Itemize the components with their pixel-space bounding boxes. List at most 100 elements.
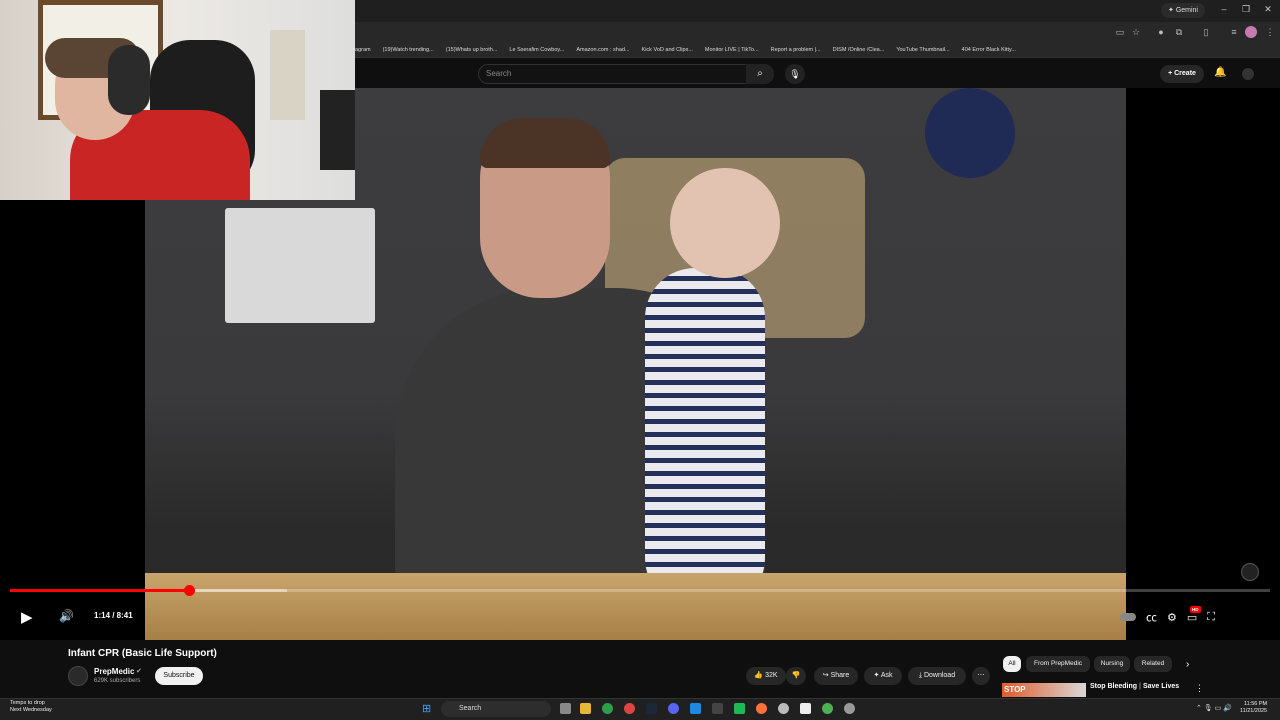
right-controls: ㏄ ⚙ ▭ ⛶ bbox=[1120, 606, 1215, 628]
notifications-bell-icon[interactable]: 🔔 bbox=[1214, 67, 1226, 78]
chip-from-prepmedic[interactable]: From PrepMedic bbox=[1026, 656, 1090, 672]
close-icon[interactable]: ✕ bbox=[1260, 4, 1276, 15]
ask-button[interactable]: ✦ Ask bbox=[864, 667, 902, 685]
time-display: 1:14 / 8:41 bbox=[94, 611, 133, 620]
chevron-right-icon[interactable]: › bbox=[1186, 659, 1189, 670]
create-label: Create bbox=[1174, 70, 1196, 77]
profile-avatar[interactable] bbox=[1245, 26, 1257, 38]
download-button[interactable]: ⤓ Download bbox=[908, 667, 966, 685]
bookmark-item[interactable]: Kick VoD and Clips... bbox=[642, 42, 693, 57]
search-button[interactable]: ⌕ bbox=[746, 64, 774, 84]
search-input[interactable]: Search bbox=[478, 64, 774, 84]
app-green-icon[interactable] bbox=[734, 703, 745, 714]
sparkle-icon: ✦ bbox=[873, 672, 880, 679]
weather-widget[interactable]: Temps to drop Next Wednesday bbox=[10, 700, 52, 714]
create-button[interactable]: + Create bbox=[1160, 65, 1204, 83]
related-thumbnail[interactable]: STOP bbox=[1002, 683, 1086, 697]
bookmark-item[interactable]: Amazon.com : shad... bbox=[576, 42, 629, 57]
clock-time: 11:56 PM bbox=[1243, 701, 1268, 707]
bookmark-item[interactable]: Report a problem |... bbox=[771, 42, 821, 57]
bookmark-star-icon[interactable]: ☆ bbox=[1130, 26, 1142, 38]
channel-avatar[interactable] bbox=[68, 666, 88, 686]
more-horizontal-icon: ⋯ bbox=[977, 672, 985, 679]
download-label: Download bbox=[923, 672, 956, 679]
helmet-prop bbox=[925, 88, 1015, 178]
cast-icon[interactable]: ▭ bbox=[1114, 26, 1126, 38]
progress-played bbox=[10, 589, 189, 592]
bookmark-item[interactable]: Monitor LIVE | TikTo... bbox=[705, 42, 759, 57]
chrome-profile-icon[interactable] bbox=[624, 703, 635, 714]
chip-all[interactable]: All bbox=[1003, 656, 1021, 672]
settings-gear-icon[interactable]: ⚙ bbox=[1167, 611, 1177, 624]
sidepanel-icon[interactable]: ▯ bbox=[1200, 26, 1212, 38]
webcam-headset bbox=[108, 45, 150, 115]
steam-icon[interactable] bbox=[646, 703, 657, 714]
ask-label: Ask bbox=[880, 672, 893, 679]
bookmark-item[interactable]: agram bbox=[355, 42, 371, 57]
taskbar-clock[interactable]: 11:56 PM 11/21/2025 bbox=[1240, 701, 1267, 715]
channel-name[interactable]: PrepMedic bbox=[94, 667, 134, 676]
app-blue-icon[interactable] bbox=[690, 703, 701, 714]
kebab-menu-icon[interactable]: ⋮ bbox=[1264, 26, 1276, 38]
related-video-title[interactable]: Stop Bleeding | Save Lives bbox=[1090, 683, 1179, 690]
firefox-icon[interactable] bbox=[756, 703, 767, 714]
subscribe-button[interactable]: Subscribe bbox=[155, 667, 203, 685]
gemini-button[interactable]: ✦ Gemini bbox=[1161, 3, 1205, 18]
chrome-alt-icon[interactable] bbox=[822, 703, 833, 714]
file-explorer-icon[interactable] bbox=[580, 703, 591, 714]
play-icon[interactable]: ▶ bbox=[21, 608, 33, 626]
bookmark-item[interactable]: (19)Watch trending... bbox=[383, 42, 434, 57]
volume-icon[interactable]: 🔊 bbox=[59, 609, 74, 623]
restore-icon[interactable]: ❐ bbox=[1238, 4, 1254, 15]
gemini-label: Gemini bbox=[1175, 7, 1198, 14]
autoplay-toggle[interactable] bbox=[1120, 613, 1136, 621]
progress-scrubber[interactable] bbox=[183, 585, 195, 596]
task-view-icon[interactable] bbox=[560, 703, 571, 714]
related-more-icon[interactable]: ⋮ bbox=[1195, 683, 1204, 694]
chip-related[interactable]: Related bbox=[1134, 656, 1172, 672]
extension-icon[interactable]: ● bbox=[1155, 26, 1167, 38]
download-icon: ⤓ bbox=[918, 672, 922, 679]
related-title-part-1: Stop Bleeding bbox=[1090, 683, 1138, 690]
settings-app-icon[interactable] bbox=[844, 703, 855, 714]
account-avatar[interactable] bbox=[1242, 68, 1254, 80]
related-title-part-2: Save Lives bbox=[1142, 683, 1180, 690]
menu-lines-icon[interactable]: ≡ bbox=[1228, 26, 1240, 38]
infant-head bbox=[670, 168, 780, 278]
start-windows-icon[interactable]: ⊞ bbox=[422, 702, 431, 715]
bookmark-item[interactable]: Le Sserafim Cowboy... bbox=[509, 42, 564, 57]
webcam-shelf bbox=[270, 30, 305, 120]
obs-icon[interactable] bbox=[778, 703, 789, 714]
bookmark-item[interactable]: (15)Whats up broth... bbox=[446, 42, 498, 57]
taskbar-search[interactable]: Search bbox=[441, 701, 551, 717]
more-actions-button[interactable]: ⋯ bbox=[972, 667, 990, 685]
windows-taskbar bbox=[0, 698, 1280, 720]
share-icon: ↪ bbox=[822, 672, 829, 679]
system-tray[interactable]: ⌃ 🎙 ▭ 🔊 bbox=[1196, 704, 1232, 712]
bookmark-item[interactable]: 404 Error Black Kitty... bbox=[962, 42, 1016, 57]
discord-icon[interactable] bbox=[668, 703, 679, 714]
mic-icon: 🎙 bbox=[789, 69, 801, 79]
webcam-monitor bbox=[320, 90, 355, 170]
chip-nursing[interactable]: Nursing bbox=[1094, 656, 1130, 672]
bookmark-item[interactable]: YouTube Thumbnail... bbox=[896, 42, 949, 57]
channel-subscribers: 629K subscribers bbox=[94, 678, 141, 684]
like-button[interactable]: 👍 32K bbox=[746, 667, 786, 685]
captions-icon[interactable]: ㏄ bbox=[1146, 609, 1157, 625]
puzzle-icon[interactable]: ⧉ bbox=[1173, 26, 1185, 38]
voice-search-button[interactable]: 🎙 bbox=[785, 64, 805, 84]
weather-line-2: Next Wednesday bbox=[10, 707, 52, 713]
thumbs-up-icon: 👍 bbox=[754, 672, 764, 679]
bookmarks-bar: agram (19)Watch trending... (15)Whats up b… bbox=[355, 42, 1280, 58]
fullscreen-icon[interactable]: ⛶ bbox=[1207, 611, 1215, 624]
epic-icon[interactable] bbox=[712, 703, 723, 714]
dislike-button[interactable]: 👎 bbox=[786, 667, 806, 685]
channel-watermark[interactable] bbox=[1241, 563, 1259, 581]
hd-badge: HD bbox=[1190, 606, 1201, 613]
bookmark-item[interactable]: DISM /Online /Clea... bbox=[833, 42, 885, 57]
chrome-icon[interactable] bbox=[602, 703, 613, 714]
minimize-icon[interactable]: – bbox=[1216, 4, 1232, 14]
share-button[interactable]: ↪ Share bbox=[814, 667, 858, 685]
notepad-icon[interactable] bbox=[800, 703, 811, 714]
weather-line-1: Temps to drop bbox=[10, 700, 45, 706]
